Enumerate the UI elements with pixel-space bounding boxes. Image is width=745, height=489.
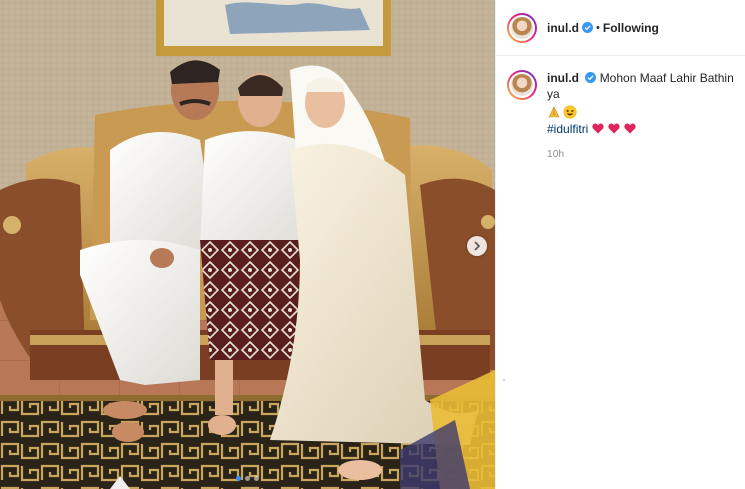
- red-heart-icon: [592, 123, 605, 134]
- following-button[interactable]: Following: [603, 21, 659, 35]
- folded-hands-icon: [548, 105, 560, 117]
- avatar[interactable]: [507, 70, 537, 100]
- carousel-dot: [236, 476, 241, 481]
- post-side-panel: inul.d • Following inul.d Mohon Maaf Lah…: [495, 0, 745, 489]
- red-heart-icon: [608, 123, 621, 134]
- emoji-row: [547, 103, 734, 120]
- post-timestamp[interactable]: 10h: [547, 147, 734, 163]
- family-photo-image: [0, 0, 495, 489]
- hashtag-row: #idulfitri: [547, 120, 734, 137]
- caption-line: inul.d Mohon Maaf Lahir Bathin ya: [547, 70, 734, 102]
- post-header: inul.d • Following: [496, 0, 745, 56]
- next-slide-button[interactable]: [467, 236, 487, 256]
- red-heart-icon: [624, 123, 637, 134]
- chevron-right-icon: [474, 241, 481, 251]
- caption-block: inul.d Mohon Maaf Lahir Bathin ya #idulf…: [496, 56, 745, 163]
- verified-badge-icon: [582, 22, 593, 33]
- carousel-dot: [245, 476, 250, 481]
- username-link[interactable]: inul.d: [547, 21, 579, 35]
- carousel-indicator: [0, 476, 495, 481]
- avatar[interactable]: [507, 12, 537, 43]
- grinning-squinting-face-icon: [563, 105, 577, 118]
- carousel-dot: [254, 476, 259, 481]
- post-photo[interactable]: [0, 0, 495, 489]
- caption-username-link[interactable]: inul.d: [547, 71, 579, 85]
- hashtag-link[interactable]: #idulfitri: [547, 121, 588, 137]
- scroll-marker: [503, 379, 505, 381]
- separator: •: [596, 21, 600, 34]
- verified-badge-icon: [585, 72, 597, 83]
